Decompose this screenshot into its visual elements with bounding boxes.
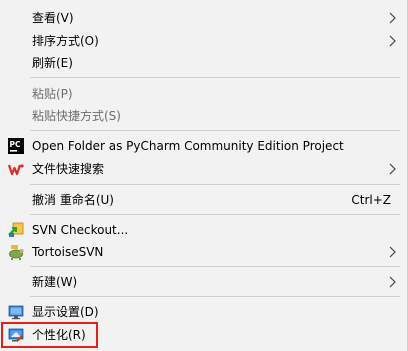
menu-item-label: 新建(W) — [32, 275, 78, 289]
menu-item-undo-rename[interactable]: 撤消 重命名(U) Ctrl+Z — [0, 189, 407, 211]
menu-item-label: 撤消 重命名(U) — [32, 193, 114, 207]
menu-item-label: 粘贴快捷方式(S) — [32, 109, 121, 123]
menu-item-label: TortoiseSVN — [32, 245, 104, 259]
wps-icon — [8, 164, 24, 176]
menu-item-label: 显示设置(D) — [32, 305, 99, 319]
menu-item-svn-checkout[interactable]: SVN Checkout... — [0, 219, 407, 241]
menu-item-label: 粘贴(P) — [32, 87, 73, 101]
tortoisesvn-icon — [9, 245, 24, 260]
menu-item-open-pycharm[interactable]: PC Open Folder as PyCharm Community Edit… — [0, 135, 407, 157]
menu-item-view[interactable]: 查看(V) — [0, 7, 407, 29]
highlight-box — [1, 322, 98, 348]
chevron-right-icon — [389, 12, 396, 24]
svg-text:PC: PC — [10, 140, 21, 149]
menu-item-label: 文件快速搜索 — [32, 162, 105, 176]
menu-separator — [30, 266, 400, 267]
menu-item-label: 排序方式(O) — [32, 34, 99, 48]
menu-item-label: SVN Checkout... — [32, 223, 129, 237]
menu-item-refresh[interactable]: 刷新(E) — [0, 52, 407, 74]
chevron-right-icon — [389, 35, 396, 47]
menu-item-new[interactable]: 新建(W) — [0, 271, 407, 293]
display-settings-icon — [8, 305, 24, 320]
menu-item-label: 查看(V) — [32, 11, 74, 25]
menu-item-label: 刷新(E) — [32, 56, 73, 70]
chevron-right-icon — [389, 276, 396, 288]
menu-item-paste-shortcut: 粘贴快捷方式(S) — [0, 105, 407, 127]
menu-item-paste: 粘贴(P) — [0, 83, 407, 105]
chevron-right-icon — [389, 163, 396, 175]
menu-item-sort-by[interactable]: 排序方式(O) — [0, 30, 407, 52]
pycharm-icon: PC — [8, 138, 24, 154]
menu-item-file-quick-search[interactable]: 文件快速搜索 — [0, 158, 407, 180]
menu-separator — [30, 214, 400, 215]
menu-separator — [30, 296, 400, 297]
menu-separator — [30, 130, 400, 131]
chevron-right-icon — [389, 246, 396, 258]
svn-checkout-icon — [8, 222, 24, 237]
menu-separator — [30, 184, 400, 185]
menu-item-shortcut: Ctrl+Z — [351, 193, 391, 207]
menu-item-display-settings[interactable]: 显示设置(D) — [0, 301, 407, 323]
menu-item-label: Open Folder as PyCharm Community Edition… — [32, 139, 344, 153]
menu-separator — [30, 77, 400, 78]
menu-item-tortoisesvn[interactable]: TortoiseSVN — [0, 241, 407, 263]
context-menu: 查看(V) 排序方式(O) 刷新(E) 粘贴(P) 粘贴快捷方式(S) PC O… — [0, 0, 408, 351]
